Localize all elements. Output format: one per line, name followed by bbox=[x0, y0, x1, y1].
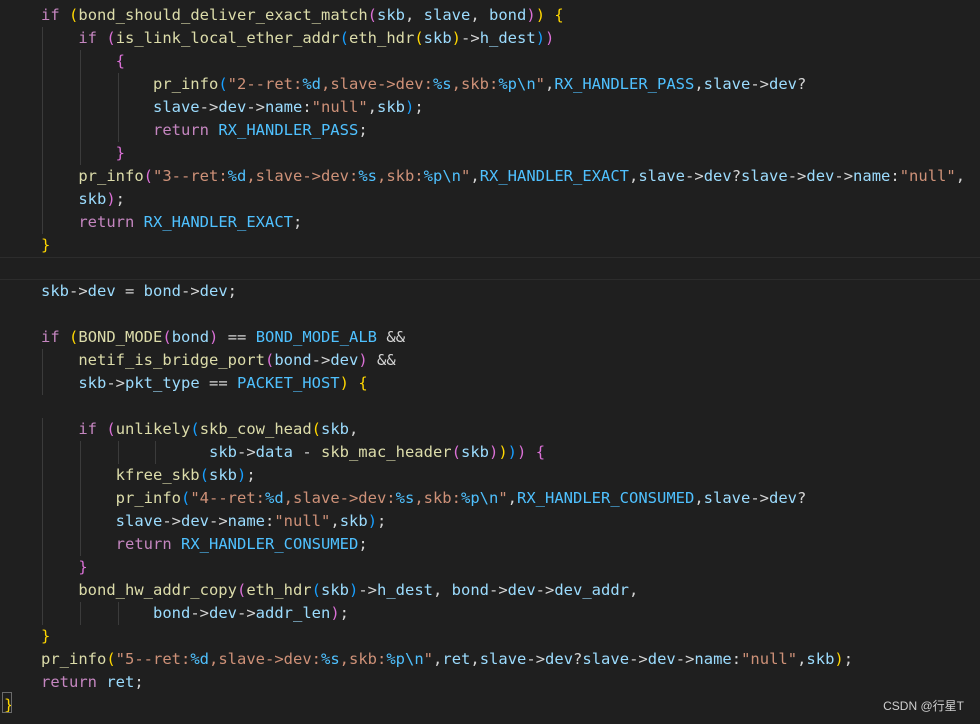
code-line: if (bond_should_deliver_exact_match(skb,… bbox=[0, 4, 980, 27]
code-text: return RX_HANDLER_EXACT; bbox=[78, 213, 303, 231]
code-line: skb->data - skb_mac_header(skb)))) { bbox=[0, 441, 980, 464]
code-line: return RX_HANDLER_EXACT; bbox=[0, 211, 980, 234]
bracket-match-cursor bbox=[2, 692, 12, 713]
code-line: skb->pkt_type == PACKET_HOST) { bbox=[0, 372, 980, 395]
code-line: } bbox=[0, 694, 980, 717]
code-text: if (bond_should_deliver_exact_match(skb,… bbox=[41, 6, 564, 24]
code-text: skb); bbox=[78, 190, 126, 208]
code-text: { bbox=[115, 52, 125, 70]
code-text: return RX_HANDLER_CONSUMED; bbox=[115, 535, 368, 553]
code-text: } bbox=[41, 236, 51, 254]
code-line: return RX_HANDLER_CONSUMED; bbox=[0, 533, 980, 556]
watermark: CSDN @行星T bbox=[883, 699, 964, 713]
code-text: bond_hw_addr_copy(eth_hdr(skb)->h_dest, … bbox=[78, 581, 639, 599]
code-line: } bbox=[0, 556, 980, 579]
code-text: skb->data - skb_mac_header(skb)))) { bbox=[208, 443, 546, 461]
code-text: return RX_HANDLER_PASS; bbox=[152, 121, 368, 139]
code-line: } bbox=[0, 234, 980, 257]
code-line: kfree_skb(skb); bbox=[0, 464, 980, 487]
code-line: bond_hw_addr_copy(eth_hdr(skb)->h_dest, … bbox=[0, 579, 980, 602]
code-text: pr_info("4--ret:%d,slave->dev:%s,skb:%p\… bbox=[115, 489, 807, 507]
code-text: kfree_skb(skb); bbox=[115, 466, 256, 484]
code-text: skb->dev = bond->dev; bbox=[41, 282, 238, 300]
code-text: netif_is_bridge_port(bond->dev) && bbox=[78, 351, 396, 369]
code-line: if (unlikely(skb_cow_head(skb, bbox=[0, 418, 980, 441]
code-text: } bbox=[78, 558, 88, 576]
code-text: bond->dev->addr_len); bbox=[152, 604, 349, 622]
code-line: pr_info("5--ret:%d,slave->dev:%s,skb:%p\… bbox=[0, 648, 980, 671]
code-text: pr_info("2--ret:%d,slave->dev:%s,skb:%p\… bbox=[152, 75, 807, 93]
code-line: pr_info("3--ret:%d,slave->dev:%s,skb:%p\… bbox=[0, 165, 980, 188]
code-line: slave->dev->name:"null",skb); bbox=[0, 510, 980, 533]
code-line: pr_info("4--ret:%d,slave->dev:%s,skb:%p\… bbox=[0, 487, 980, 510]
code-line: return ret; bbox=[0, 671, 980, 694]
code-text: skb->pkt_type == PACKET_HOST) { bbox=[78, 374, 368, 392]
code-text: pr_info("5--ret:%d,slave->dev:%s,skb:%p\… bbox=[41, 650, 854, 668]
code-line: skb->dev = bond->dev; bbox=[0, 280, 980, 303]
code-text: slave->dev->name:"null",skb); bbox=[152, 98, 424, 116]
code-line: return RX_HANDLER_PASS; bbox=[0, 119, 980, 142]
code-line: } bbox=[0, 142, 980, 165]
code-line: { bbox=[0, 50, 980, 73]
code-line: netif_is_bridge_port(bond->dev) && bbox=[0, 349, 980, 372]
code-line: bond->dev->addr_len); bbox=[0, 602, 980, 625]
code-text: if (unlikely(skb_cow_head(skb, bbox=[78, 420, 359, 438]
code-line: if (BOND_MODE(bond) == BOND_MODE_ALB && bbox=[0, 326, 980, 349]
code-line: slave->dev->name:"null",skb); bbox=[0, 96, 980, 119]
code-text: pr_info("3--ret:%d,slave->dev:%s,skb:%p\… bbox=[78, 167, 966, 185]
code-text: } bbox=[41, 627, 51, 645]
code-line: } bbox=[0, 625, 980, 648]
code-line: pr_info("2--ret:%d,slave->dev:%s,skb:%p\… bbox=[0, 73, 980, 96]
code-text: slave->dev->name:"null",skb); bbox=[115, 512, 387, 530]
code-text: } bbox=[115, 144, 125, 162]
code-line: skb); bbox=[0, 188, 980, 211]
code-text: if (is_link_local_ether_addr(eth_hdr(skb… bbox=[78, 29, 555, 47]
code-editor[interactable]: if (bond_should_deliver_exact_match(skb,… bbox=[0, 0, 980, 724]
code-line: if (is_link_local_ether_addr(eth_hdr(skb… bbox=[0, 27, 980, 50]
code-text: if (BOND_MODE(bond) == BOND_MODE_ALB && bbox=[41, 328, 406, 346]
code-text: return ret; bbox=[41, 673, 144, 691]
